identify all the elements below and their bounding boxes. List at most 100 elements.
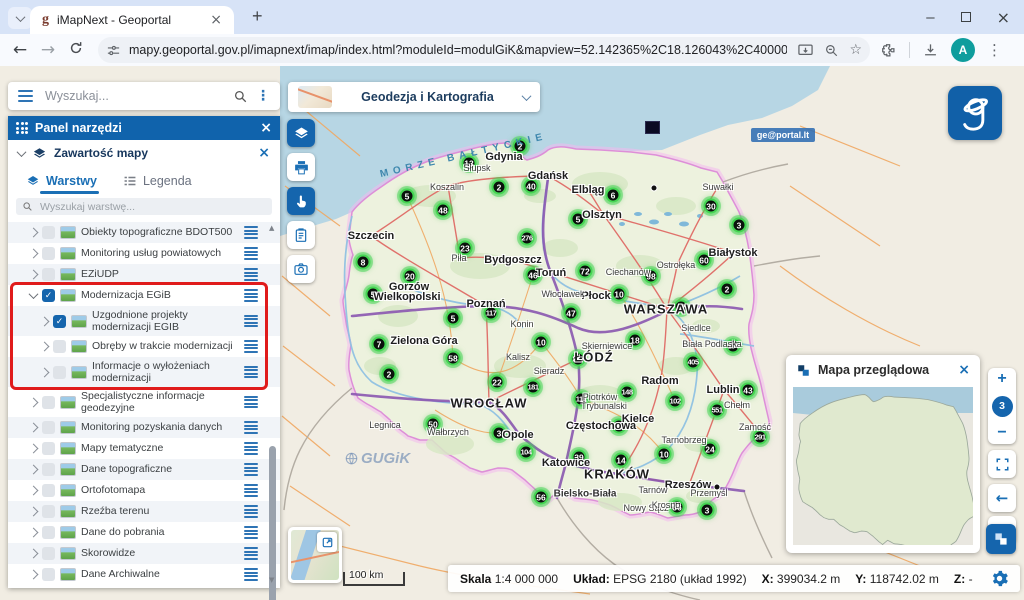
layer-menu-icon[interactable] <box>244 442 258 455</box>
cluster-marker[interactable]: 8 <box>356 255 371 270</box>
cluster-marker[interactable]: 22 <box>490 375 505 390</box>
cluster-marker[interactable]: 5 <box>571 212 586 227</box>
chevron-right-icon[interactable] <box>40 367 50 377</box>
layer-checkbox[interactable] <box>53 366 66 379</box>
layer-checkbox[interactable] <box>42 268 55 281</box>
cluster-marker[interactable]: 104 <box>519 445 534 460</box>
module-selector[interactable]: Geodezja i Kartografia <box>288 82 540 112</box>
cluster-marker[interactable]: 3 <box>700 503 715 518</box>
cluster-marker[interactable]: 4 <box>612 419 627 434</box>
url-text[interactable]: mapy.geoportal.gov.pl/imapnext/imap/inde… <box>129 43 787 57</box>
cluster-marker[interactable]: 291 <box>753 430 768 445</box>
layers-tool-button[interactable] <box>287 119 315 147</box>
layer-checkbox[interactable] <box>42 463 55 476</box>
chevron-right-icon[interactable] <box>29 570 39 580</box>
cluster-marker[interactable]: 13 <box>462 156 477 171</box>
cluster-marker[interactable]: 276 <box>520 231 535 246</box>
cluster-marker[interactable]: 148 <box>620 385 635 400</box>
layer-row[interactable]: Monitoring usług powiatowych <box>8 243 280 264</box>
cluster-marker[interactable]: 2 <box>513 139 528 154</box>
zoom-out-button[interactable]: − <box>997 425 1006 441</box>
layer-row[interactable]: Obiekty topograficzne BDOT500 <box>8 222 280 243</box>
cluster-marker[interactable]: 10 <box>657 447 672 462</box>
cluster-marker[interactable]: 20 <box>403 269 418 284</box>
cluster-marker[interactable]: 5 <box>366 287 381 302</box>
layer-menu-icon[interactable] <box>244 396 258 409</box>
close-button[interactable]: × <box>997 8 1010 27</box>
cluster-marker[interactable]: 10 <box>612 287 627 302</box>
browser-tab[interactable]: g iMapNext - Geoportal × <box>30 6 234 34</box>
layer-row[interactable]: Dane topograficzne <box>8 459 280 480</box>
scroll-down-icon[interactable]: ▼ <box>269 576 274 584</box>
report-tool-button[interactable] <box>287 221 315 249</box>
layer-row[interactable]: Obręby w trakcie modernizacji <box>8 336 280 357</box>
layer-menu-icon[interactable] <box>244 366 258 379</box>
cluster-marker[interactable]: 36 <box>670 500 685 515</box>
layer-row[interactable]: Specjalistyczne informacje geodezyjne <box>8 387 280 417</box>
chevron-right-icon[interactable] <box>29 465 39 475</box>
layer-row[interactable]: Monitoring pozyskania danych <box>8 417 280 438</box>
layer-search-input[interactable] <box>38 200 266 214</box>
reload-button[interactable] <box>62 40 90 61</box>
cluster-marker[interactable]: 2 <box>492 180 507 195</box>
zoom-page-icon[interactable] <box>824 43 839 58</box>
layer-checkbox[interactable]: ✓ <box>42 289 55 302</box>
layer-menu-icon[interactable] <box>244 315 258 328</box>
cluster-marker[interactable]: 50 <box>426 417 441 432</box>
chevron-right-icon[interactable] <box>29 249 39 259</box>
chevron-right-icon[interactable] <box>29 507 39 517</box>
layer-list-scrollbar[interactable]: ▲ ▼ <box>268 224 278 584</box>
overview-close-icon[interactable]: × <box>958 362 970 378</box>
cluster-marker[interactable]: 5 <box>400 189 415 204</box>
layer-checkbox[interactable] <box>42 526 55 539</box>
layer-menu-icon[interactable] <box>244 421 258 434</box>
chevron-right-icon[interactable] <box>29 528 39 538</box>
cluster-marker[interactable]: 40 <box>524 179 539 194</box>
layer-row[interactable]: Informacje o wyłożeniach modernizacji <box>8 357 280 387</box>
search-input[interactable] <box>43 88 233 104</box>
chevron-right-icon[interactable] <box>29 549 39 559</box>
menu-hamburger-icon[interactable] <box>18 90 33 103</box>
address-bar[interactable]: mapy.geoportal.gov.pl/imapnext/imap/inde… <box>98 37 870 63</box>
cluster-marker[interactable]: 47 <box>564 306 579 321</box>
back-button[interactable]: ← <box>6 40 34 60</box>
cluster-marker[interactable]: 181 <box>526 380 541 395</box>
tab-close-icon[interactable]: × <box>206 12 226 28</box>
settings-gear-button[interactable] <box>991 570 1008 587</box>
tab-search-button[interactable] <box>8 7 32 29</box>
cluster-marker[interactable]: 3 <box>732 218 747 233</box>
zoom-in-button[interactable]: + <box>997 371 1006 387</box>
profile-avatar[interactable]: A <box>951 38 975 62</box>
chevron-down-icon[interactable] <box>29 289 39 299</box>
layer-row[interactable]: Ortofotomapa <box>8 480 280 501</box>
cluster-marker[interactable]: 48 <box>436 203 451 218</box>
extensions-icon[interactable] <box>880 42 897 59</box>
chevron-right-icon[interactable] <box>29 423 39 433</box>
geoportal-logo-button[interactable] <box>948 86 1002 140</box>
layer-row[interactable]: Skorowidze <box>8 543 280 564</box>
layer-checkbox[interactable] <box>42 484 55 497</box>
chevron-right-icon[interactable] <box>29 270 39 280</box>
cluster-marker[interactable]: 7 <box>372 337 387 352</box>
cluster-marker[interactable]: 39 <box>572 450 587 465</box>
cluster-marker[interactable]: 56 <box>534 490 549 505</box>
layer-row[interactable]: ✓Uzgodnione projekty modernizacji EGIB <box>8 306 280 336</box>
layer-menu-icon[interactable] <box>244 505 258 518</box>
layer-checkbox[interactable] <box>42 396 55 409</box>
cluster-marker[interactable]: 2 <box>720 282 735 297</box>
chevron-right-icon[interactable] <box>29 397 39 407</box>
cluster-marker[interactable]: 102 <box>668 394 683 409</box>
cluster-marker[interactable]: 277 <box>571 352 586 367</box>
layer-checkbox[interactable]: ✓ <box>53 315 66 328</box>
layer-checkbox[interactable] <box>42 247 55 260</box>
maximize-button[interactable] <box>961 12 971 22</box>
cluster-marker[interactable]: 154 <box>726 339 741 354</box>
overview-toggle-button[interactable] <box>986 524 1016 554</box>
layer-checkbox[interactable] <box>42 442 55 455</box>
layer-row[interactable]: ✓Modernizacja EGiB <box>8 285 280 306</box>
layer-checkbox[interactable] <box>42 547 55 560</box>
layer-checkbox[interactable] <box>42 226 55 239</box>
cluster-marker[interactable]: 60 <box>697 253 712 268</box>
layer-menu-icon[interactable] <box>244 226 258 239</box>
chevron-right-icon[interactable] <box>40 342 50 352</box>
